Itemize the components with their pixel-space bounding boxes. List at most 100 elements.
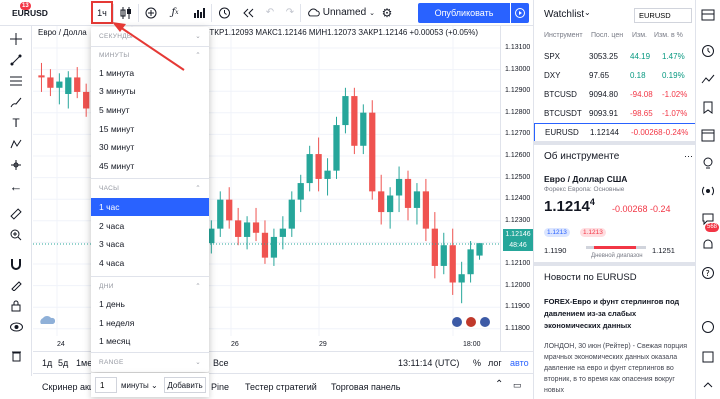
- symbol-search-input[interactable]: [634, 8, 692, 23]
- instrument-name: Евро / Доллар США: [544, 174, 628, 184]
- prediction-icon[interactable]: [7, 157, 25, 173]
- ideas-icon[interactable]: [701, 156, 715, 170]
- candle-body: [431, 228, 438, 266]
- publish-button[interactable]: Опубликовать: [418, 3, 510, 23]
- zoom-in-icon[interactable]: [7, 227, 25, 243]
- calendar-icon[interactable]: [701, 128, 715, 142]
- stay-drawing-icon[interactable]: [7, 277, 25, 293]
- tab-pine[interactable]: Pine: [211, 382, 229, 392]
- row-symbol: BTCUSD: [544, 90, 577, 99]
- interval-45m[interactable]: 45 минут: [91, 157, 209, 175]
- interval-2h[interactable]: 2 часа: [91, 217, 209, 235]
- price-tick-label: 1.13100: [505, 44, 531, 51]
- col-change[interactable]: Изм.: [632, 32, 647, 39]
- watchlist-row[interactable]: EURUSD 1.12144 -0.00268 -0.24%: [534, 123, 696, 142]
- section-days-header[interactable]: ДНИ ⌃: [91, 279, 209, 293]
- range-1d[interactable]: 1д: [42, 358, 52, 368]
- crosshair-icon[interactable]: [7, 31, 25, 47]
- interval-3m[interactable]: 3 минуты: [91, 82, 209, 100]
- custom-interval-input[interactable]: [95, 377, 117, 393]
- watchlist-row[interactable]: DXY 97.65 0.18 0.19%: [534, 66, 696, 85]
- add-interval-button[interactable]: Добавить: [164, 377, 206, 393]
- candle-body: [324, 170, 331, 179]
- streams-icon[interactable]: [701, 184, 715, 198]
- instrument-price: 1.12144: [544, 197, 595, 215]
- dom-icon[interactable]: [701, 350, 715, 364]
- interval-4h[interactable]: 4 часа: [91, 254, 209, 272]
- settings-gear-icon[interactable]: ⚙: [375, 0, 399, 26]
- watchlist-title[interactable]: Watchlist: [544, 9, 584, 20]
- range-all[interactable]: Все: [213, 358, 229, 368]
- help-icon[interactable]: ?: [701, 266, 715, 280]
- arrow-left-icon[interactable]: ←: [7, 178, 25, 194]
- eye-icon[interactable]: [7, 319, 25, 335]
- tab-trading-panel[interactable]: Торговая панель: [331, 382, 400, 392]
- alert-clock-icon[interactable]: [701, 44, 715, 58]
- watchlist-row[interactable]: BTCUSDT 9093.91 -98.65 -1.07%: [534, 104, 696, 123]
- alert-clock-icon[interactable]: [212, 0, 236, 26]
- interval-5m[interactable]: 5 минут: [91, 101, 209, 119]
- candle-body: [378, 191, 385, 213]
- col-last[interactable]: Посл. цен: [591, 32, 623, 39]
- col-change-pct[interactable]: Изм. в %: [654, 32, 683, 39]
- magnet-icon[interactable]: [7, 256, 25, 272]
- chevron-up-icon: ⌃: [195, 52, 201, 59]
- order-panel-icon[interactable]: [701, 320, 715, 334]
- fib-icon[interactable]: [7, 73, 25, 89]
- custom-unit-select[interactable]: минуты ⌄: [121, 381, 158, 390]
- maximize-icon[interactable]: ▭: [513, 380, 522, 391]
- news-headline[interactable]: FOREX-Евро и фунт стерлингов под давлени…: [544, 296, 690, 332]
- ruler-icon[interactable]: [7, 206, 25, 222]
- replay-icon[interactable]: [236, 0, 260, 26]
- candle-body: [297, 183, 304, 200]
- notifications-icon[interactable]: [701, 238, 715, 252]
- range-5d[interactable]: 5д: [58, 358, 68, 368]
- trend-line-icon[interactable]: [7, 52, 25, 68]
- collapse-icon[interactable]: ⌃: [495, 379, 503, 390]
- unit-label: минуты: [121, 381, 149, 390]
- expand-icon[interactable]: [701, 378, 715, 392]
- trash-icon[interactable]: [7, 348, 25, 364]
- pattern-icon[interactable]: [7, 136, 25, 152]
- lock-icon[interactable]: [7, 298, 25, 314]
- watchlist-row[interactable]: BTCUSD 9094.80 -94.08 -1.02%: [534, 85, 696, 104]
- price-scale[interactable]: 1.13100 1.13000 1.12900 1.12800 1.12700 1.126…: [500, 26, 533, 351]
- flags-indicator[interactable]: [451, 314, 491, 328]
- tab-strategy-tester[interactable]: Тестер стратегий: [245, 382, 317, 392]
- interval-1w[interactable]: 1 неделя: [91, 314, 209, 332]
- play-icon[interactable]: [511, 3, 529, 23]
- text-icon[interactable]: T: [7, 115, 25, 131]
- interval-30m[interactable]: 30 минут: [91, 138, 209, 156]
- chevron-down-icon[interactable]: ⌄: [584, 8, 591, 17]
- layout-menu-button[interactable]: Unnamed ⌄: [301, 0, 375, 26]
- time-tick-label: 24: [57, 341, 65, 348]
- symbol-search-button[interactable]: EURUSD 13: [0, 0, 48, 26]
- utc-clock[interactable]: 13:11:14 (UTC): [398, 358, 459, 368]
- undo-icon[interactable]: ↶: [260, 0, 280, 26]
- hotlist-icon[interactable]: [701, 100, 715, 114]
- section-hours-header[interactable]: ЧАСЫ ⌃: [91, 181, 209, 195]
- interval-1mo[interactable]: 1 месяц: [91, 332, 209, 350]
- watchlist-row[interactable]: SPX 3053.25 44.19 1.47%: [534, 47, 696, 66]
- watchlist-icon[interactable]: [701, 8, 715, 22]
- col-symbol[interactable]: Инструмент: [544, 32, 583, 39]
- auto-toggle[interactable]: авто: [510, 358, 529, 368]
- tv-logo-icon[interactable]: [39, 314, 56, 326]
- row-symbol: BTCUSDT: [544, 109, 582, 118]
- more-icon[interactable]: ⋯: [684, 151, 693, 162]
- price-tick-label: 1.12700: [505, 130, 531, 138]
- interval-1d[interactable]: 1 день: [91, 295, 209, 313]
- brush-icon[interactable]: [7, 94, 25, 110]
- log-toggle[interactable]: лог: [488, 358, 502, 368]
- interval-1h[interactable]: 1 час: [91, 198, 209, 216]
- notifications-badge: 568: [705, 223, 720, 232]
- redo-icon[interactable]: ↷: [280, 0, 300, 26]
- interval-15m[interactable]: 15 минут: [91, 120, 209, 138]
- data-window-icon[interactable]: [701, 72, 715, 86]
- interval-3h[interactable]: 3 часа: [91, 235, 209, 253]
- range-1m[interactable]: 1ме: [76, 358, 92, 368]
- percent-toggle[interactable]: %: [473, 358, 481, 368]
- custom-interval-row: минуты ⌄ Добавить: [91, 373, 209, 397]
- templates-icon[interactable]: [187, 0, 211, 26]
- section-range-header[interactable]: RANGE ⌄: [91, 355, 209, 369]
